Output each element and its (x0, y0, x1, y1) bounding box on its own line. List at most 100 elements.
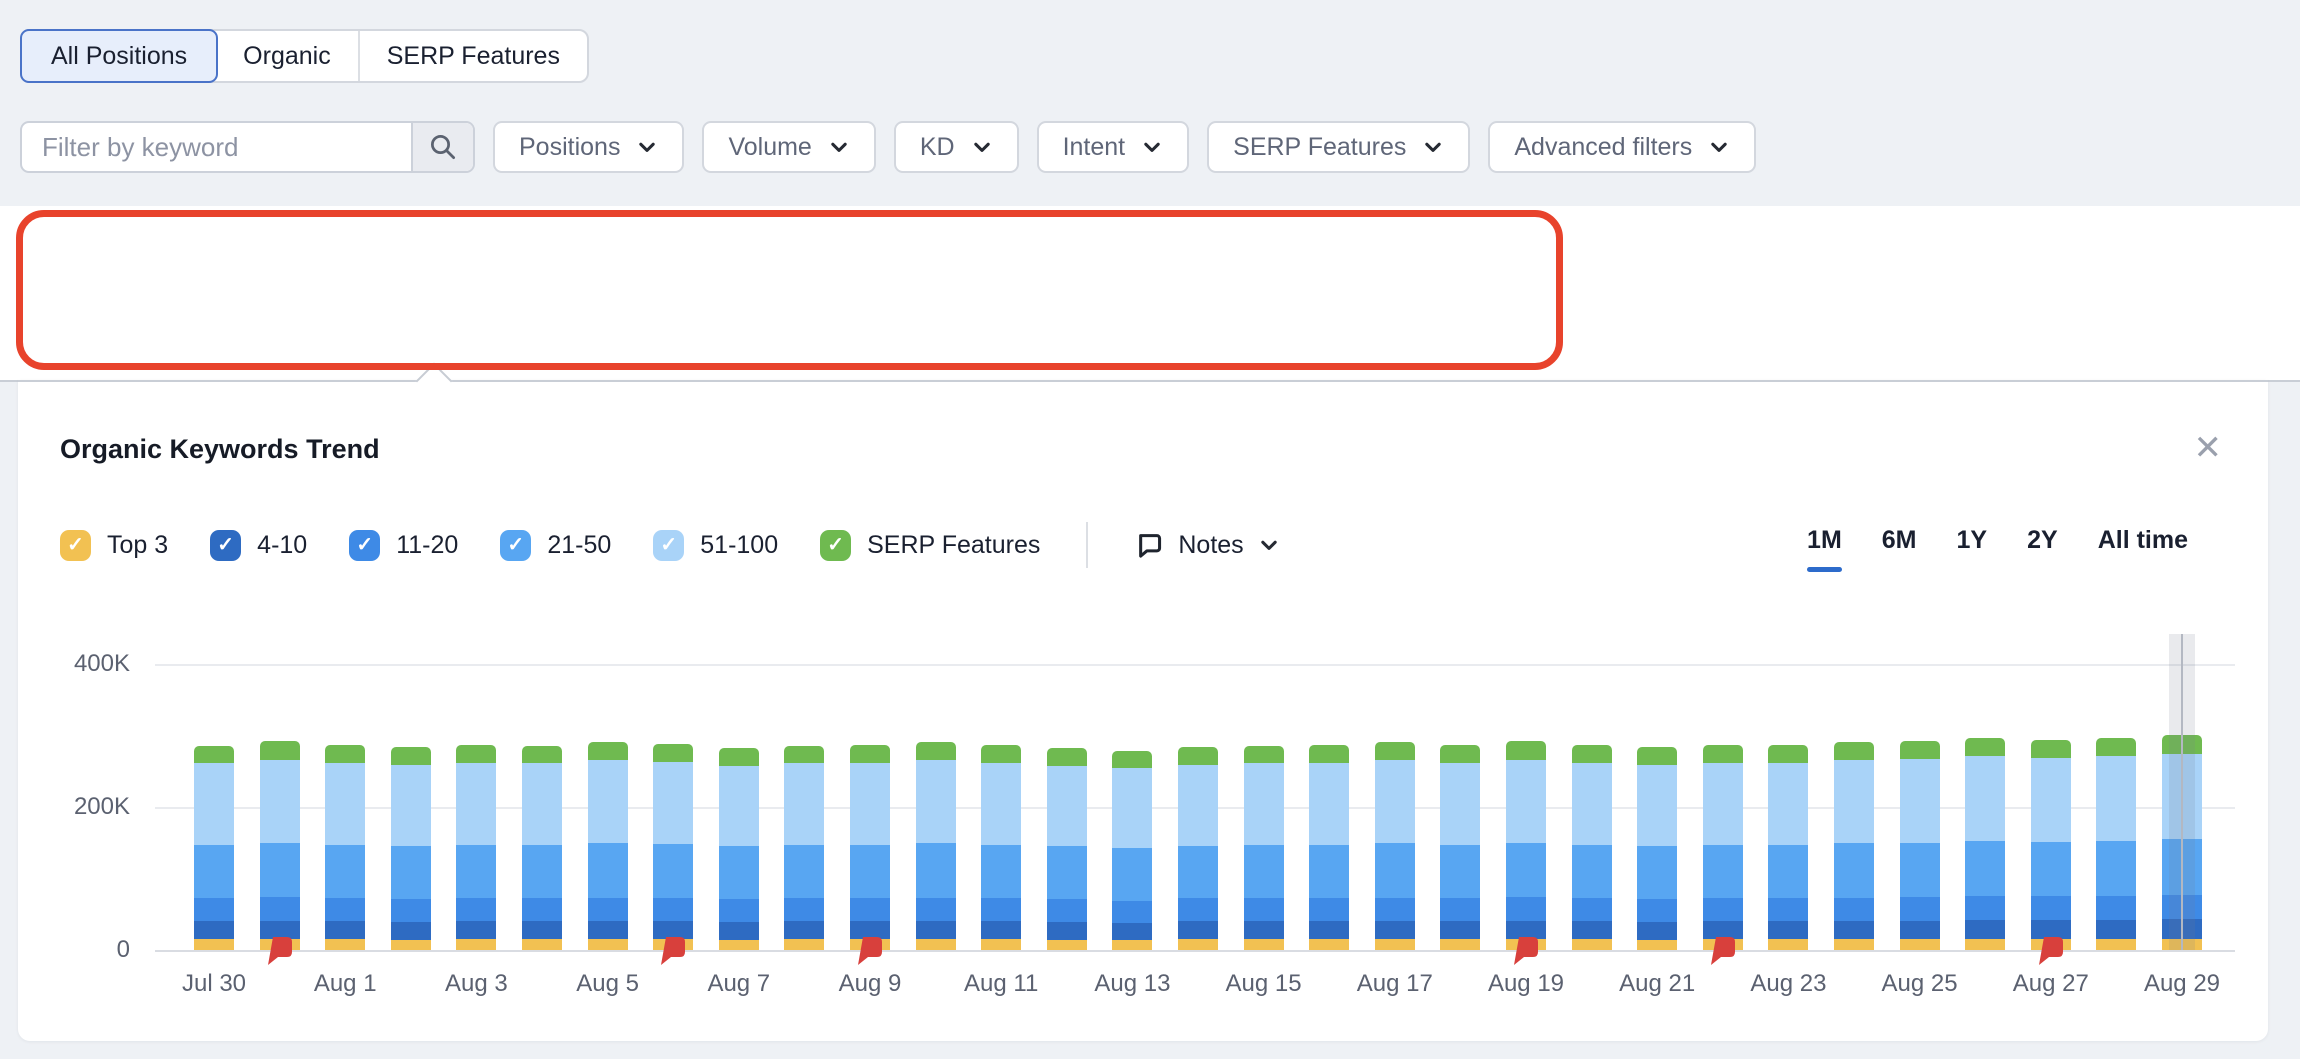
bar-segment-top-3 (456, 939, 496, 950)
trend-bar[interactable] (916, 742, 956, 950)
bar-segment-serp-features (1244, 746, 1284, 764)
filter-dropdown-serp-features[interactable]: SERP Features (1207, 121, 1470, 173)
trend-bar[interactable] (1440, 745, 1480, 950)
chevron-down-icon (1258, 534, 1280, 556)
bar-segment-21-50 (1309, 845, 1349, 899)
x-axis-label: Aug 25 (1860, 969, 1980, 999)
bar-segment-21-50 (588, 843, 628, 897)
trend-bar[interactable] (1965, 738, 2005, 950)
bar-segment-51-100 (981, 763, 1021, 845)
trend-bar[interactable] (1572, 745, 1612, 950)
note-flag-icon[interactable] (1514, 937, 1538, 970)
trend-bar[interactable] (2031, 740, 2071, 950)
trend-bar[interactable] (325, 745, 365, 950)
trend-bar[interactable] (1703, 745, 1743, 950)
trend-bar[interactable] (719, 748, 759, 950)
trend-bar[interactable] (850, 745, 890, 950)
note-flag-icon[interactable] (268, 937, 292, 970)
trend-bar[interactable] (653, 744, 693, 950)
trend-bar[interactable] (1309, 745, 1349, 950)
trend-bar[interactable] (391, 747, 431, 950)
trend-bar[interactable] (1244, 746, 1284, 951)
range-tab-2y[interactable]: 2Y (2027, 526, 2058, 555)
filter-dropdown-kd[interactable]: KD (894, 121, 1019, 173)
checkbox-icon: ✓ (210, 530, 241, 561)
search-button[interactable] (411, 123, 473, 171)
legend-label: 11-20 (396, 531, 458, 560)
bar-segment-11-20 (1637, 899, 1677, 922)
note-flag-icon[interactable] (858, 937, 882, 970)
x-axis-label: Aug 5 (548, 969, 668, 999)
bar-segment-serp-features (653, 744, 693, 762)
legend-checkbox-serp-features[interactable]: ✓SERP Features (820, 530, 1040, 561)
bar-segment-4-10 (2031, 920, 2071, 939)
x-axis-label: Aug 23 (1728, 969, 1848, 999)
legend-checkbox-51-100[interactable]: ✓51-100 (653, 530, 778, 561)
notes-button[interactable]: Notes (1130, 530, 1285, 561)
bar-segment-top-3 (194, 939, 234, 950)
trend-bar[interactable] (1375, 742, 1415, 950)
trend-bar[interactable] (1900, 741, 1940, 951)
keyword-filter (20, 121, 475, 173)
x-axis-label: Aug 29 (2122, 969, 2242, 999)
page: All PositionsOrganicSERP Features Positi… (0, 0, 2300, 1059)
bar-segment-51-100 (1637, 765, 1677, 847)
range-tab-6m[interactable]: 6M (1882, 526, 1917, 555)
bar-segment-21-50 (1637, 846, 1677, 899)
filter-dropdown-volume[interactable]: Volume (702, 121, 875, 173)
bar-segment-serp-features (784, 746, 824, 764)
range-tab-all-time[interactable]: All time (2098, 526, 2188, 555)
trend-bar[interactable] (2162, 735, 2202, 950)
bar-segment-51-100 (1834, 760, 1874, 843)
trend-bar[interactable] (456, 745, 496, 950)
trend-bar[interactable] (981, 745, 1021, 950)
trend-bar[interactable] (1768, 745, 1808, 950)
bar-segment-11-20 (1965, 896, 2005, 920)
note-flag-icon[interactable] (1711, 937, 1735, 970)
trend-bar[interactable] (194, 746, 234, 951)
note-flag-icon[interactable] (661, 937, 685, 970)
filter-dropdown-intent[interactable]: Intent (1037, 121, 1190, 173)
trend-bar[interactable] (522, 746, 562, 951)
trend-bar[interactable] (1178, 747, 1218, 950)
trend-bar[interactable] (1834, 742, 1874, 950)
view-tab-serp-features[interactable]: SERP Features (360, 31, 587, 81)
bar-segment-11-20 (2031, 896, 2071, 920)
bar-segment-4-10 (456, 921, 496, 939)
range-tab-1m[interactable]: 1M (1807, 526, 1842, 555)
trend-bar[interactable] (2096, 738, 2136, 950)
bar-segment-21-50 (850, 845, 890, 899)
trend-bar[interactable] (1112, 751, 1152, 950)
legend-checkbox-21-50[interactable]: ✓21-50 (500, 530, 611, 561)
legend-checkbox-top-3[interactable]: ✓Top 3 (60, 530, 168, 561)
trend-bar[interactable] (1637, 747, 1677, 950)
bar-segment-11-20 (2096, 896, 2136, 920)
bar-segment-4-10 (1047, 922, 1087, 940)
close-icon[interactable]: ✕ (2188, 430, 2229, 466)
bar-segment-top-3 (1440, 939, 1480, 950)
bar-segment-serp-features (850, 745, 890, 763)
legend-checkbox-11-20[interactable]: ✓ 11-20 (349, 530, 458, 561)
checkbox-icon: ✓ (349, 530, 380, 561)
view-tab-all-positions[interactable]: All Positions (20, 29, 218, 83)
trend-bar[interactable] (1047, 748, 1087, 950)
bar-segment-51-100 (1572, 763, 1612, 845)
trend-bar[interactable] (588, 742, 628, 950)
filter-dropdown-advanced-filters[interactable]: Advanced filters (1488, 121, 1756, 173)
bar-segment-21-50 (1572, 845, 1612, 899)
trend-bar[interactable] (260, 741, 300, 950)
bar-segment-11-20 (1112, 901, 1152, 923)
bar-segment-4-10 (588, 921, 628, 939)
bar-segment-21-50 (1112, 848, 1152, 900)
trend-bar[interactable] (784, 746, 824, 951)
search-input[interactable] (22, 123, 411, 171)
bar-segment-11-20 (2162, 895, 2202, 919)
bar-segment-51-100 (522, 763, 562, 845)
trend-bar[interactable] (1506, 741, 1546, 950)
filter-dropdown-positions[interactable]: Positions (493, 121, 684, 173)
range-tab-1y[interactable]: 1Y (1957, 526, 1988, 555)
bar-segment-4-10 (522, 921, 562, 939)
view-tab-organic[interactable]: Organic (216, 31, 358, 81)
note-flag-icon[interactable] (2039, 937, 2063, 970)
legend-checkbox-4-10[interactable]: ✓4-10 (210, 530, 307, 561)
